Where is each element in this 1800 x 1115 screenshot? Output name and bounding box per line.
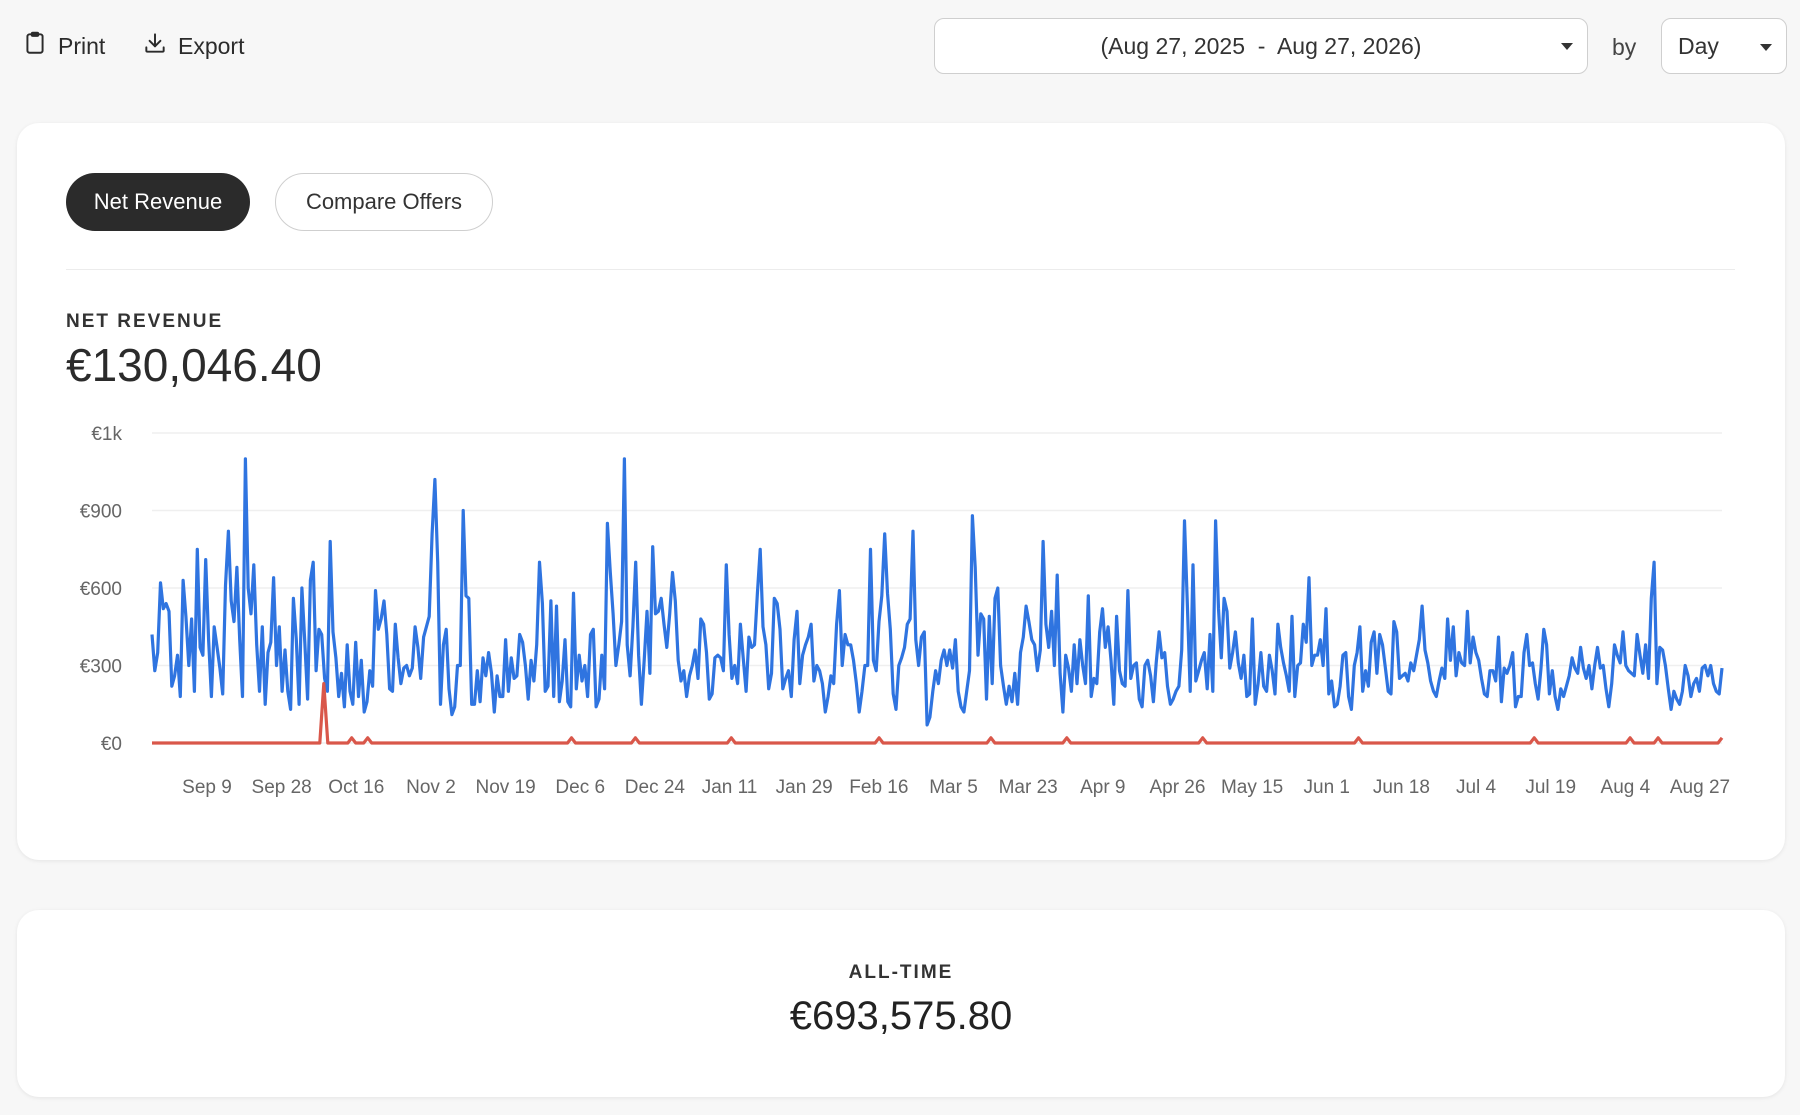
granularity-value: Day xyxy=(1678,32,1719,59)
x-tick-label: Nov 19 xyxy=(475,777,535,798)
x-tick-label: Dec 6 xyxy=(555,777,605,798)
granularity-select[interactable]: Day xyxy=(1661,18,1787,74)
x-tick-label: Jun 18 xyxy=(1373,777,1430,798)
export-label: Export xyxy=(178,32,245,59)
chevron-down-icon xyxy=(1561,43,1573,50)
x-tick-label: Mar 23 xyxy=(999,777,1058,798)
tab-compare-offers[interactable]: Compare Offers xyxy=(275,173,493,231)
y-tick-label: €0 xyxy=(101,734,122,755)
revenue-line-chart: €0 €300 €600 €900 €1k Sep 9 Sep 28 Oct 16 Nov 2… xyxy=(80,424,1730,798)
tab-net-revenue[interactable]: Net Revenue xyxy=(66,173,250,231)
clipboard-icon xyxy=(22,30,48,62)
y-tick-label: €300 xyxy=(80,657,122,678)
x-axis: Sep 9 Sep 28 Oct 16 Nov 2 Nov 19 Dec 6 Dec 24 J… xyxy=(182,777,1730,798)
toolbar: Print Export (Aug 27, 2025 - Aug 27, 202… xyxy=(0,0,1800,92)
y-tick-label: €600 xyxy=(80,579,122,600)
x-tick-label: Apr 9 xyxy=(1080,777,1125,798)
download-icon xyxy=(142,30,168,62)
x-tick-label: Sep 28 xyxy=(252,777,312,798)
x-tick-label: Feb 16 xyxy=(849,777,908,798)
x-tick-label: Dec 24 xyxy=(625,777,686,798)
x-tick-label: Aug 27 xyxy=(1670,777,1730,798)
x-tick-label: Jul 19 xyxy=(1525,777,1576,798)
x-tick-label: Aug 4 xyxy=(1601,777,1651,798)
x-tick-label: Jun 1 xyxy=(1304,777,1350,798)
net-revenue-card: Net Revenue Compare Offers NET REVENUE €… xyxy=(17,123,1785,860)
chart-series xyxy=(150,457,1724,745)
x-tick-label: May 15 xyxy=(1221,777,1283,798)
by-label: by xyxy=(1612,34,1637,60)
x-tick-label: Mar 5 xyxy=(929,777,978,798)
all-time-label: ALL-TIME xyxy=(848,962,954,983)
metric-value: €130,046.40 xyxy=(66,339,322,391)
x-tick-label: Apr 26 xyxy=(1149,777,1205,798)
y-tick-label: €1k xyxy=(91,424,122,445)
metric-label: NET REVENUE xyxy=(66,311,224,332)
all-time-value: €693,575.80 xyxy=(789,994,1013,1038)
print-button[interactable]: Print xyxy=(16,24,111,68)
series-line-primary xyxy=(150,457,1724,727)
x-tick-label: Oct 16 xyxy=(328,777,384,798)
chevron-down-icon xyxy=(1760,44,1772,51)
x-tick-label: Jan 29 xyxy=(776,777,833,798)
x-tick-label: Nov 2 xyxy=(406,777,456,798)
all-time-card: ALL-TIME €693,575.80 xyxy=(17,910,1785,1097)
print-label: Print xyxy=(58,32,106,59)
export-button[interactable]: Export xyxy=(136,24,250,68)
x-tick-label: Jan 11 xyxy=(702,777,758,798)
y-axis: €0 €300 €600 €900 €1k xyxy=(80,424,123,755)
y-tick-label: €900 xyxy=(80,502,122,523)
x-tick-label: Jul 4 xyxy=(1456,777,1497,798)
date-range-select[interactable]: (Aug 27, 2025 - Aug 27, 2026) xyxy=(934,18,1588,74)
divider xyxy=(66,269,1735,270)
date-range-value: (Aug 27, 2025 - Aug 27, 2026) xyxy=(1100,32,1422,59)
x-tick-label: Sep 9 xyxy=(182,777,232,798)
